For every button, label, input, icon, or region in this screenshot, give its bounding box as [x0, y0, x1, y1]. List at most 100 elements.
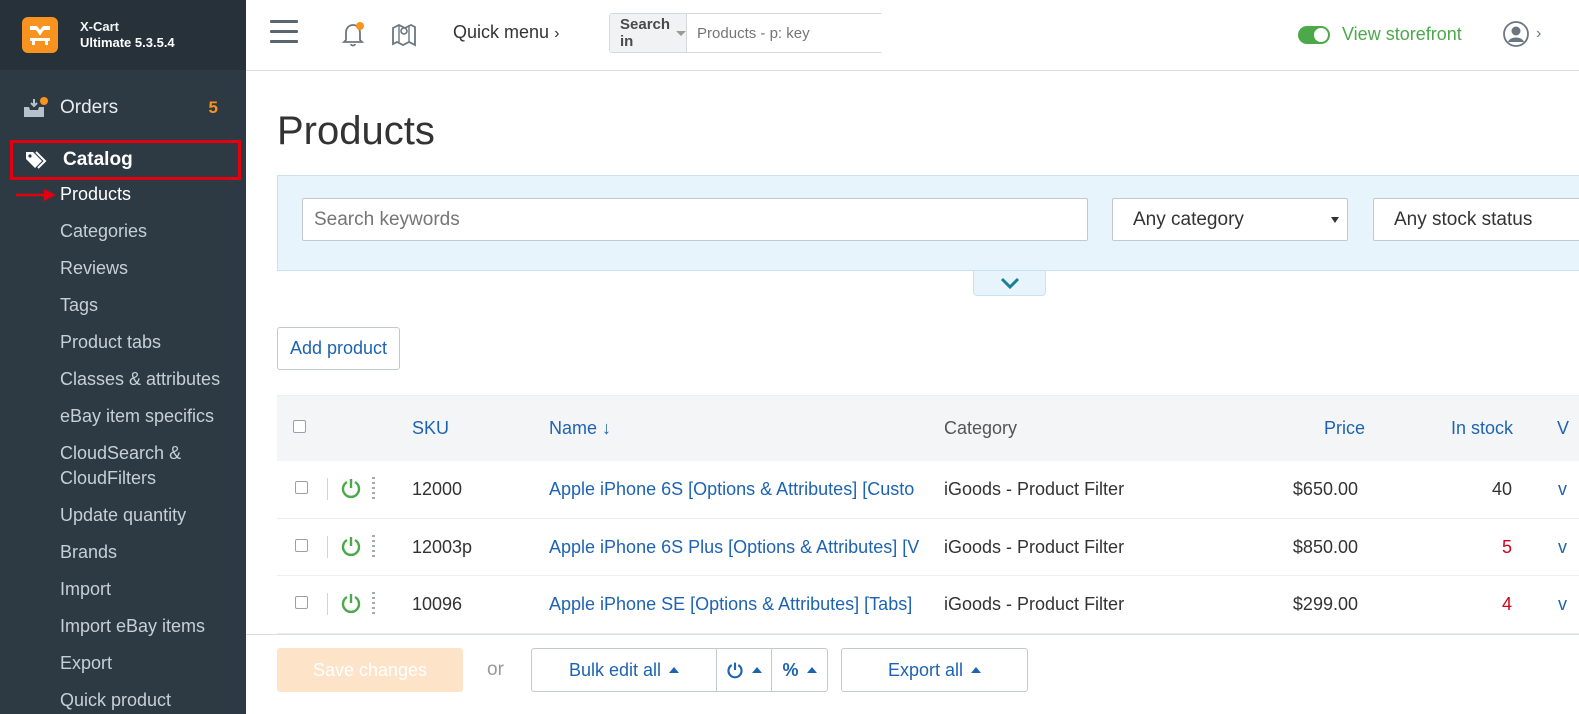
sidebar-item-categories[interactable]: Categories [0, 213, 246, 250]
power-toggle-icon[interactable] [340, 592, 362, 614]
page-title: Products [277, 109, 435, 153]
drag-handle-icon[interactable] [372, 592, 375, 616]
product-name-link[interactable]: Apple iPhone 6S Plus [Options & Attribut… [549, 537, 921, 558]
sidebar-item-quick-product[interactable]: Quick product [0, 682, 246, 714]
add-product-button[interactable]: Add product [277, 327, 400, 370]
power-toggle-icon[interactable] [340, 477, 362, 499]
search-in-label: Search in [620, 16, 671, 50]
product-name-link[interactable]: Apple iPhone SE [Options & Attributes] [… [549, 594, 921, 615]
search-filter-panel: Any category Any stock status [277, 175, 1579, 271]
header-search-input[interactable] [687, 14, 897, 52]
cell-category: iGoods - Product Filter [944, 594, 1125, 614]
cell-extra[interactable]: v [1558, 537, 1567, 558]
category-select[interactable]: Any category [1112, 198, 1348, 241]
catalog-subnav: Products Categories Reviews Tags Product… [0, 176, 246, 714]
bulk-actions-group: Bulk edit all % [531, 648, 828, 692]
drag-handle-icon[interactable] [372, 477, 375, 501]
inbox-icon [22, 97, 48, 119]
row-checkbox[interactable] [295, 596, 308, 609]
sidebar-item-catalog[interactable]: Catalog [10, 140, 241, 180]
column-name[interactable]: Name ↓ [549, 418, 611, 439]
map-marker-icon[interactable] [390, 20, 418, 48]
cell-price[interactable]: $299.00 [1258, 594, 1358, 615]
column-extra[interactable]: V [1557, 418, 1569, 439]
user-menu[interactable]: › [1502, 20, 1542, 48]
table-row: 12003p Apple iPhone 6S Plus [Options & A… [277, 519, 1579, 576]
cell-sku: 10096 [412, 594, 463, 614]
sidebar-item-ebay-item-specifics[interactable]: eBay item specifics [0, 398, 246, 435]
column-in-stock[interactable]: In stock [1451, 418, 1513, 439]
bulk-edit-label: Bulk edit all [568, 659, 662, 680]
product-name-link[interactable]: Apple iPhone 6S [Options & Attributes] [… [549, 479, 921, 500]
chevron-right-icon: › [1536, 25, 1542, 42]
sidebar-item-export[interactable]: Export [0, 645, 246, 682]
export-all-button[interactable]: Export all [841, 648, 1028, 692]
brand-block: X-Cart Ultimate 5.3.5.4 [0, 0, 246, 70]
export-all-label: Export all [887, 659, 964, 680]
orders-count-badge: 5 [208, 98, 218, 117]
caret-up-icon [669, 667, 680, 673]
user-avatar-icon [1503, 21, 1529, 47]
sidebar: X-Cart Ultimate 5.3.5.4 Orders 5 Catalog [0, 0, 246, 714]
cell-stock[interactable]: 5 [1452, 537, 1512, 558]
cell-stock[interactable]: 4 [1452, 594, 1512, 615]
cell-sku: 12000 [412, 479, 463, 499]
drag-handle-icon[interactable] [372, 534, 375, 559]
bulk-discount-button[interactable]: % [772, 649, 827, 691]
column-price[interactable]: Price [1324, 418, 1365, 439]
hamburger-menu-icon[interactable] [270, 20, 298, 44]
sidebar-item-product-tabs[interactable]: Product tabs [0, 324, 246, 361]
caret-up-icon [752, 667, 762, 673]
save-changes-button[interactable]: Save changes [277, 648, 463, 692]
view-storefront-toggle[interactable]: View storefront [1298, 24, 1462, 45]
search-keywords-input[interactable] [302, 198, 1088, 241]
percent-icon: % [782, 659, 799, 680]
top-header: Quick menu › Search in View storefront › [246, 0, 1579, 71]
quick-menu-label: Quick menu [453, 22, 550, 42]
bulk-enable-button[interactable] [717, 649, 772, 691]
cell-sku: 12003p [412, 536, 473, 557]
expand-filters-button[interactable] [973, 271, 1046, 296]
cell-price[interactable]: $850.00 [1258, 537, 1358, 558]
column-category: Category [944, 418, 1018, 438]
cell-stock[interactable]: 40 [1452, 479, 1512, 500]
sidebar-item-label: Catalog [63, 149, 133, 170]
sidebar-item-tags[interactable]: Tags [0, 287, 246, 324]
chevron-down-icon [1000, 277, 1019, 289]
sidebar-item-brands[interactable]: Brands [0, 534, 246, 571]
quick-menu-link[interactable]: Quick menu › [453, 22, 559, 43]
cell-extra[interactable]: v [1558, 594, 1567, 615]
row-checkbox[interactable] [295, 538, 308, 552]
power-toggle-icon[interactable] [340, 535, 362, 557]
column-sku[interactable]: SKU [412, 418, 449, 439]
caret-down-icon [676, 30, 687, 36]
view-storefront-label: View storefront [1342, 24, 1462, 44]
stock-select-value: Any stock status [1394, 208, 1533, 230]
search-in-dropdown[interactable]: Search in [610, 14, 688, 52]
stock-status-select[interactable]: Any stock status [1373, 198, 1579, 241]
sidebar-item-update-quantity[interactable]: Update quantity [0, 497, 246, 534]
sidebar-item-products[interactable]: Products [0, 176, 246, 213]
bottom-action-bar: Save changes or Bulk edit all % Export a… [246, 634, 1579, 714]
select-all-checkbox[interactable] [293, 420, 306, 433]
cell-price[interactable]: $650.00 [1258, 479, 1358, 500]
row-checkbox[interactable] [295, 481, 308, 494]
xcart-logo-icon[interactable] [22, 17, 58, 53]
brand-text: X-Cart Ultimate 5.3.5.4 [80, 19, 175, 51]
sidebar-item-import[interactable]: Import [0, 571, 246, 608]
table-header: SKU Name ↓ Category Price In stock V [277, 395, 1579, 461]
products-table: SKU Name ↓ Category Price In stock V 120… [277, 395, 1579, 634]
divider [327, 535, 328, 558]
bell-notification-icon[interactable] [340, 20, 368, 48]
sidebar-item-orders[interactable]: Orders 5 [0, 88, 246, 128]
cell-extra[interactable]: v [1558, 479, 1567, 500]
cell-category: iGoods - Product Filter [944, 536, 1125, 557]
chevron-right-icon: › [554, 25, 560, 42]
sidebar-item-cloudsearch[interactable]: CloudSearch & CloudFilters [0, 435, 200, 497]
bulk-edit-all-button[interactable]: Bulk edit all [532, 649, 717, 691]
table-row: 10096 Apple iPhone SE [Options & Attribu… [277, 576, 1579, 634]
sidebar-item-classes-attributes[interactable]: Classes & attributes [0, 361, 246, 398]
sidebar-item-import-ebay[interactable]: Import eBay items [0, 608, 246, 645]
caret-up-icon [806, 667, 817, 673]
sidebar-item-reviews[interactable]: Reviews [0, 250, 246, 287]
